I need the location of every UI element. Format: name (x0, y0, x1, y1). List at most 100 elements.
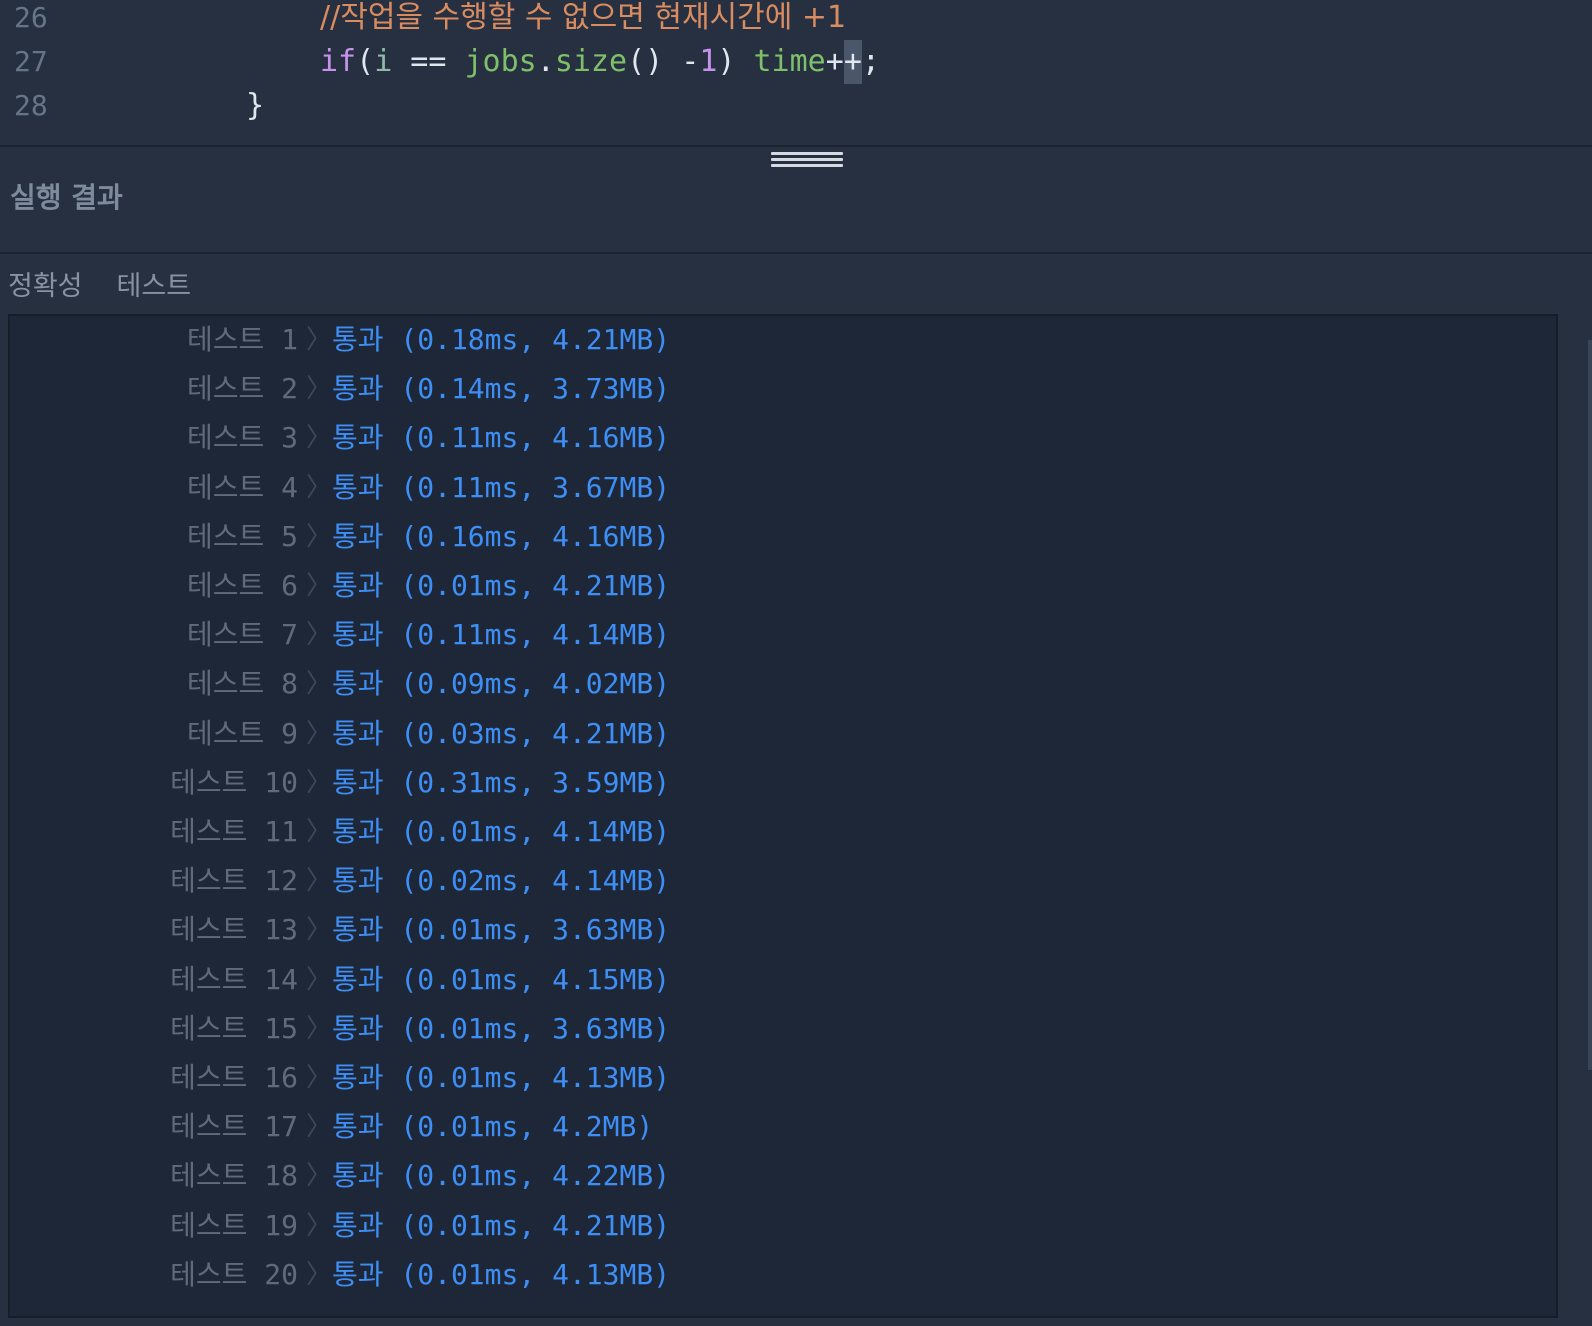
code-token: i (374, 44, 393, 79)
chevron-right-icon: 〉 (306, 1259, 333, 1290)
test-row[interactable]: 테스트 1 〉 통과 (0.18ms, 4.21MB) (10, 316, 1560, 364)
test-name: 테스트 10 (170, 765, 298, 799)
test-name: 테스트 14 (170, 962, 298, 996)
test-name: 테스트 16 (170, 1061, 298, 1094)
chevron-right-icon: 〉 (306, 620, 333, 651)
code-token: ( (356, 44, 375, 79)
test-name: 테스트 20 (170, 1257, 298, 1291)
code-token: } (246, 88, 265, 123)
test-row[interactable]: 테스트 5 〉 통과 (0.16ms, 4.16MB) (10, 513, 1560, 561)
test-result: 통과 (0.11ms, 4.14MB) (332, 618, 671, 652)
chevron-right-icon: 〉 (306, 866, 333, 897)
test-name: 테스트 9 (187, 716, 298, 750)
test-result: 통과 (0.14ms, 3.73MB) (332, 372, 671, 406)
chevron-right-icon: 〉 (306, 374, 333, 405)
code-token: if (320, 44, 357, 79)
test-row[interactable]: 테스트 14 〉 통과 (0.01ms, 4.15MB) (10, 956, 1560, 1004)
test-name: 테스트 19 (170, 1208, 298, 1242)
test-row[interactable]: 테스트 20 〉 통과 (0.01ms, 4.13MB) (10, 1251, 1560, 1299)
section-label: 정확성 테스트 (8, 264, 191, 303)
code-token: () - (627, 44, 700, 79)
test-name: 테스트 4 (187, 470, 298, 504)
chevron-right-icon: 〉 (306, 669, 333, 700)
test-result: 통과 (0.11ms, 4.16MB) (332, 421, 671, 455)
chevron-right-icon: 〉 (306, 1161, 333, 1192)
chevron-right-icon: 〉 (306, 964, 333, 995)
test-result: 통과 (0.18ms, 4.21MB) (332, 323, 671, 356)
test-result: 통과 (0.09ms, 4.02MB) (332, 667, 671, 701)
test-result: 통과 (0.01ms, 4.14MB) (332, 815, 671, 848)
test-row[interactable]: 테스트 2 〉 통과 (0.14ms, 3.73MB) (10, 365, 1560, 413)
divider (0, 252, 1592, 254)
test-result: 통과 (0.31ms, 3.59MB) (332, 765, 671, 799)
test-result: 통과 (0.01ms, 4.2MB) (332, 1110, 654, 1144)
chevron-right-icon: 〉 (306, 1210, 333, 1241)
test-row[interactable]: 테스트 10 〉 통과 (0.31ms, 3.59MB) (10, 759, 1560, 807)
test-result: 통과 (0.01ms, 4.22MB) (332, 1159, 671, 1193)
test-row[interactable]: 테스트 13 〉 통과 (0.01ms, 3.63MB) (10, 906, 1560, 954)
chevron-right-icon: 〉 (306, 817, 333, 847)
test-name: 테스트 2 (187, 372, 298, 406)
code-token: == (392, 44, 465, 79)
code-text: if(i == jobs.size() -1) time++; (320, 40, 880, 84)
code-token: jobs (464, 44, 537, 79)
chevron-right-icon: 〉 (306, 423, 333, 454)
test-row[interactable]: 테스트 9 〉 통과 (0.03ms, 4.21MB) (10, 710, 1560, 758)
line-number: 27 (14, 45, 48, 78)
test-result: 통과 (0.03ms, 4.21MB) (332, 716, 671, 750)
line-number: 28 (14, 89, 48, 122)
chevron-right-icon: 〉 (306, 1112, 333, 1143)
test-result: 통과 (0.11ms, 3.67MB) (332, 470, 671, 504)
code-text: //작업을 수행할 수 없으면 현재시간에 +1 (320, 0, 846, 40)
panel-splitter[interactable] (0, 145, 1592, 147)
chevron-right-icon: 〉 (306, 571, 333, 601)
test-row[interactable]: 테스트 11 〉 통과 (0.01ms, 4.14MB) (10, 808, 1560, 856)
chevron-right-icon: 〉 (306, 767, 333, 798)
code-token: time (753, 44, 826, 79)
resize-handle-icon[interactable] (771, 152, 843, 172)
test-name: 테스트 15 (170, 1011, 298, 1045)
code-line[interactable]: 27 if(i == jobs.size() -1) time++; (0, 40, 1592, 84)
test-result: 통과 (0.01ms, 3.63MB) (332, 1011, 671, 1045)
code-text: } (246, 84, 264, 128)
chevron-right-icon: 〉 (306, 325, 333, 355)
test-row[interactable]: 테스트 19 〉 통과 (0.01ms, 4.21MB) (10, 1202, 1560, 1250)
test-row[interactable]: 테스트 8 〉 통과 (0.09ms, 4.02MB) (10, 660, 1560, 708)
chevron-right-icon: 〉 (306, 915, 333, 946)
code-line[interactable]: 26 //작업을 수행할 수 없으면 현재시간에 +1 (0, 0, 1592, 40)
code-editor[interactable]: 26 //작업을 수행할 수 없으면 현재시간에 +1 27 if(i == jobs… (0, 0, 1592, 145)
section-title: 정확성 (8, 271, 83, 302)
code-token: //작업을 수행할 수 없으면 현재시간에 +1 (320, 0, 847, 35)
test-row[interactable]: 테스트 7 〉 통과 (0.11ms, 4.14MB) (10, 611, 1560, 659)
code-token: + (843, 40, 862, 84)
test-result: 통과 (0.01ms, 4.13MB) (332, 1061, 671, 1094)
test-result: 통과 (0.01ms, 4.13MB) (332, 1257, 671, 1291)
test-name: 테스트 8 (187, 667, 298, 701)
test-row[interactable]: 테스트 15 〉 통과 (0.01ms, 3.63MB) (10, 1005, 1560, 1053)
test-name: 테스트 5 (187, 519, 298, 553)
test-result: 통과 (0.02ms, 4.14MB) (332, 864, 671, 898)
test-row[interactable]: 테스트 17 〉 통과 (0.01ms, 4.2MB) (10, 1103, 1560, 1151)
chevron-right-icon: 〉 (306, 1063, 333, 1093)
test-name: 테스트 13 (170, 913, 298, 947)
test-row[interactable]: 테스트 3 〉 통과 (0.11ms, 4.16MB) (10, 414, 1560, 462)
result-header: 실행 결과 (10, 181, 123, 214)
test-name: 테스트 12 (170, 864, 298, 898)
test-name: 테스트 17 (170, 1110, 298, 1144)
test-row[interactable]: 테스트 12 〉 통과 (0.02ms, 4.14MB) (10, 857, 1560, 905)
test-row[interactable]: 테스트 18 〉 통과 (0.01ms, 4.22MB) (10, 1152, 1560, 1200)
test-result: 통과 (0.01ms, 4.21MB) (332, 569, 671, 602)
test-row[interactable]: 테스트 6 〉 통과 (0.01ms, 4.21MB) (10, 562, 1560, 610)
chevron-right-icon: 〉 (306, 1013, 333, 1044)
code-line[interactable]: 28} (0, 84, 1592, 128)
test-row[interactable]: 테스트 16 〉 통과 (0.01ms, 4.13MB) (10, 1054, 1560, 1102)
test-result: 통과 (0.01ms, 3.63MB) (332, 913, 671, 947)
chevron-right-icon: 〉 (306, 521, 333, 552)
code-token: ) (717, 44, 754, 79)
test-row[interactable]: 테스트 4 〉 통과 (0.11ms, 3.67MB) (10, 464, 1560, 512)
code-line-partial (0, 128, 1592, 145)
scrollbar[interactable] (1588, 340, 1592, 1070)
test-result: 통과 (0.01ms, 4.21MB) (332, 1208, 671, 1242)
test-results-panel[interactable]: 테스트 1 〉 통과 (0.18ms, 4.21MB) 테스트 2 〉 통과 (0.14m… (8, 314, 1558, 1318)
chevron-right-icon: 〉 (306, 472, 333, 503)
